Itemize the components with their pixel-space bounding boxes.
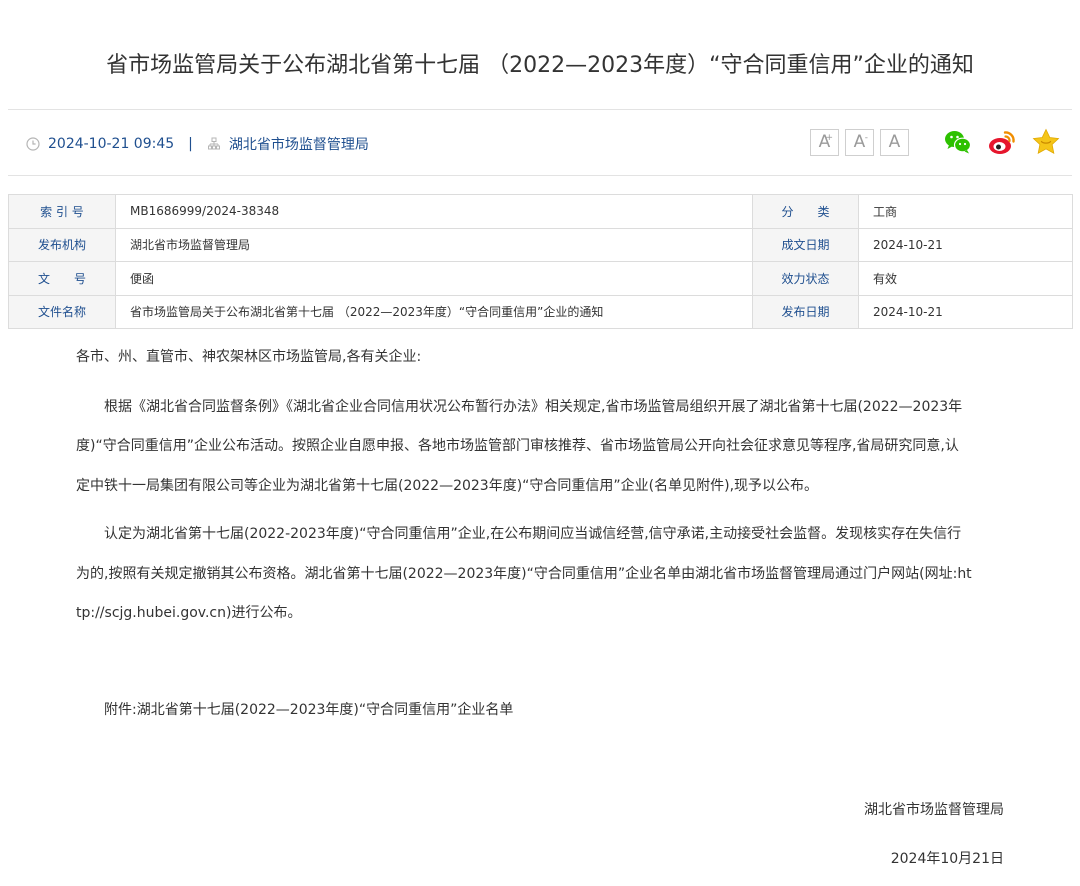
salutation: 各市、州、直管市、神农架林区市场监管局,各有关企业: [76, 349, 422, 365]
doc-name-value: 省市场监管局关于公布湖北省第十七届 （2022—2023年度）“守合同重信用”企… [115, 294, 753, 329]
index-number-value: MB1686999/2024-38348 [115, 194, 753, 229]
category-value: 工商 [858, 194, 1073, 229]
article-meta: 2024-10-21 09:45 | 湖北省市场监督管理局 [26, 134, 369, 154]
organization-icon [207, 137, 221, 151]
paragraph-2-line-1: 认定为湖北省第十七届(2022-2023年度)“守合同重信用”企业,在公布期间应… [104, 526, 962, 542]
validity-value: 有效 [858, 261, 1073, 296]
written-date-label: 成文日期 [752, 227, 859, 262]
issuer-label: 发布机构 [8, 227, 116, 262]
attachment-link[interactable]: 附件:湖北省第十七届(2022—2023年度)“守合同重信用”企业名单 [104, 693, 1034, 728]
publish-datetime: 2024-10-21 09:45 [48, 136, 175, 152]
meta-separator: | [188, 136, 193, 152]
paragraph-1-line-2: 度)“守合同重信用”企业公布活动。按照企业自愿申报、各地市场监管部门审核推荐、省… [76, 438, 959, 454]
table-row: 索 引 号 MB1686999/2024-38348 分 类 工商 [8, 194, 1073, 229]
doc-name-label: 文件名称 [8, 294, 116, 329]
signature-date: 2024年10月21日 [890, 851, 1004, 867]
issuer-value: 湖北省市场监督管理局 [115, 227, 753, 262]
font-increase-button[interactable]: A + [810, 128, 839, 156]
publish-date-value: 2024-10-21 [858, 294, 1073, 329]
font-decrease-button[interactable]: A- [845, 128, 874, 156]
source-link[interactable]: 湖北省市场监督管理局 [229, 134, 369, 154]
doc-number-value: 便函 [115, 261, 753, 296]
paragraph-1-line-3: 定中铁十一局集团有限公司等企业为湖北省第十七届(2022—2023年度)“守合同… [76, 478, 819, 494]
written-date-value: 2024-10-21 [858, 227, 1073, 262]
table-row: 发布机构 湖北省市场监督管理局 成文日期 2024-10-21 [8, 227, 1073, 262]
paragraph-2-line-2: 为的,按照有关规定撤销其公布资格。湖北省第十七届(2022—2023年度)“守合… [76, 566, 972, 582]
paragraph-1-line-1: 根据《湖北省合同监督条例》《湖北省企业合同信用状况公布暂行办法》相关规定,省市场… [104, 399, 963, 415]
clock-icon [26, 137, 40, 151]
table-row: 文 号 便函 效力状态 有效 [8, 261, 1073, 296]
index-number-label: 索 引 号 [8, 194, 116, 229]
publish-date-label: 发布日期 [752, 294, 859, 329]
font-reset-button[interactable]: A [880, 128, 909, 156]
paragraph-2-line-3: tp://scjg.hubei.gov.cn)进行公布。 [76, 605, 302, 621]
article-toolbar: A + A- A [810, 127, 1061, 157]
validity-label: 效力状态 [752, 261, 859, 296]
favorite-star-icon[interactable] [1031, 127, 1061, 157]
signature: 湖北省市场监督管理局 [864, 802, 1004, 818]
meta-divider [8, 175, 1072, 176]
wechat-icon[interactable] [943, 127, 973, 157]
page-title: 省市场监管局关于公布湖北省第十七届 （2022—2023年度）“守合同重信用”企… [106, 53, 974, 78]
table-row: 文件名称 省市场监管局关于公布湖北省第十七届 （2022—2023年度）“守合同… [8, 294, 1073, 329]
doc-number-label: 文 号 [8, 261, 116, 296]
document-info-table: 索 引 号 MB1686999/2024-38348 分 类 工商 发布机构 湖… [8, 194, 1073, 329]
title-divider [8, 109, 1072, 110]
category-label: 分 类 [752, 194, 859, 229]
weibo-icon[interactable] [987, 127, 1017, 157]
